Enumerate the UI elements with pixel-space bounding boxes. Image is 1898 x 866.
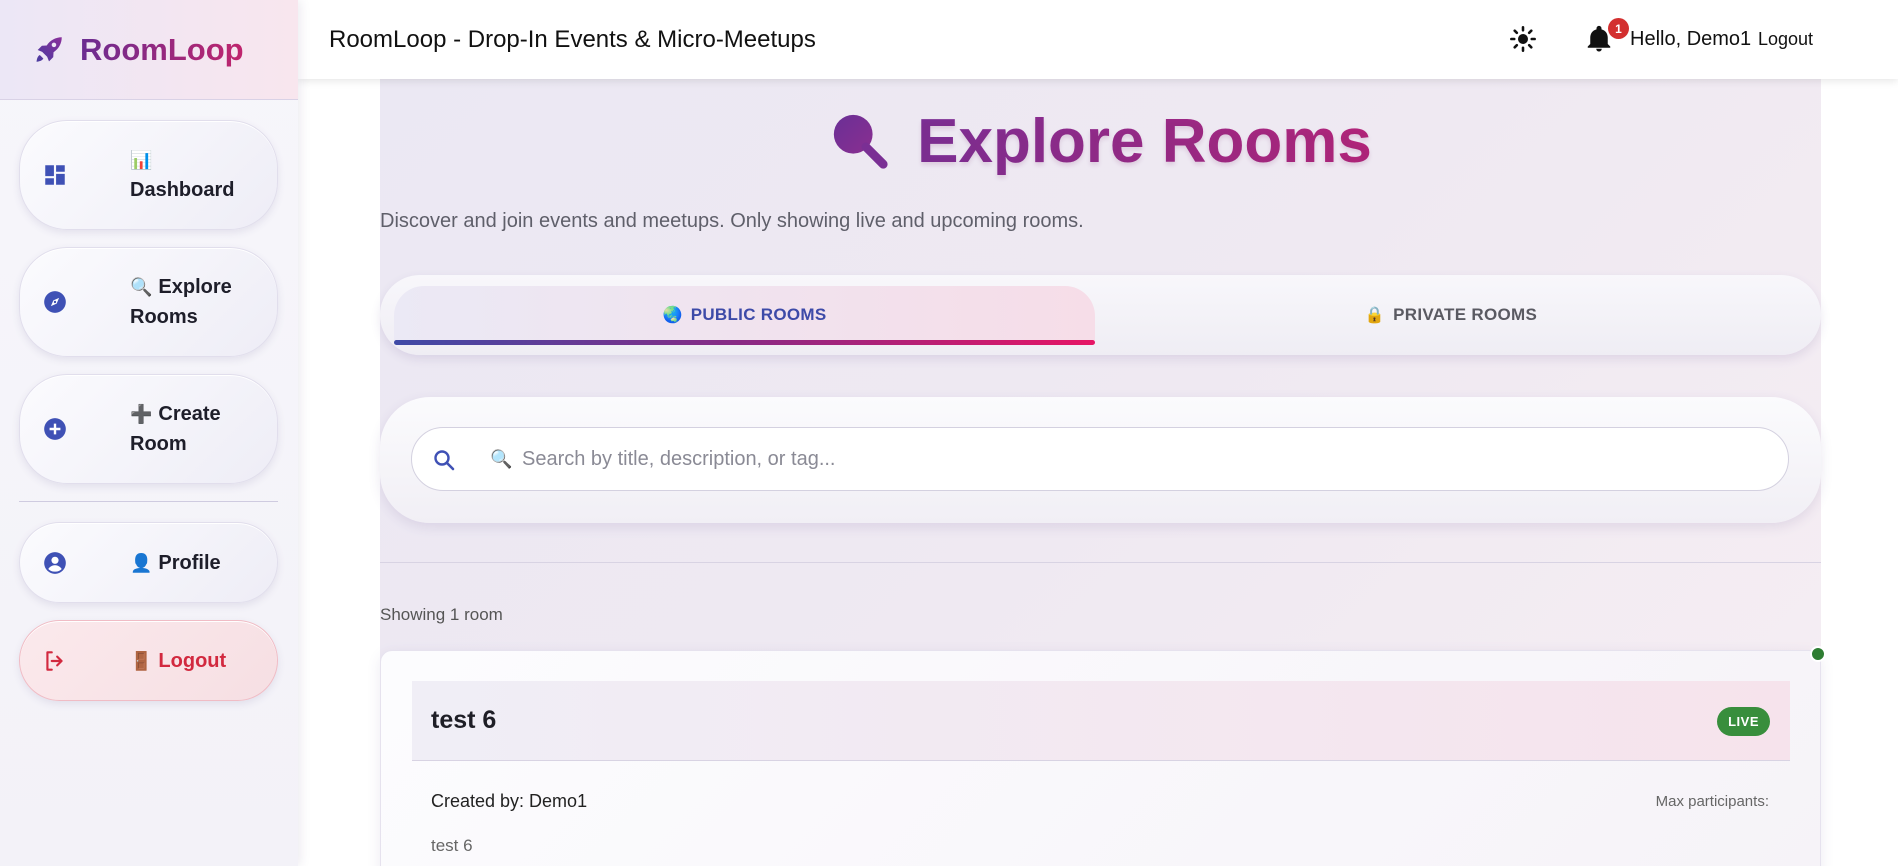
dashboard-icon [42,162,68,188]
magnifier-icon [833,114,888,169]
tab-public-rooms[interactable]: 🌏 PUBLIC ROOMS [394,286,1095,345]
sun-icon [1510,26,1536,52]
sidebar-item-dashboard[interactable]: 📊 Dashboard [19,120,278,230]
room-max-participants: Max participants: [1655,793,1769,810]
search-emoji-icon: 🔍 [490,448,513,469]
brand-header[interactable]: RoomLoop [0,0,298,100]
sidebar-item-label: Profile [158,551,221,574]
room-card-header: test 6 LIVE [412,681,1790,761]
lock-icon: 🔒 [1364,307,1386,324]
main-content: Explore Rooms Discover and join events a… [298,79,1898,866]
room-card[interactable]: test 6 LIVE Created by: Demo1 Max partic… [380,646,1826,866]
sidebar-item-logout[interactable]: 🚪 Logout [19,620,278,701]
active-tab-indicator [394,340,1095,345]
theme-toggle-button[interactable] [1508,24,1538,54]
search-card: 🔍 Search by title, description, or tag..… [380,397,1821,523]
page-subtitle: Discover and join events and meetups. On… [380,210,1084,232]
section-divider [380,562,1821,563]
room-description: test 6 [431,836,473,855]
sidebar-nav: 📊 Dashboard 🔍 Explore Rooms ➕ Create Room [0,100,298,701]
page-title: Explore Rooms [917,106,1372,176]
topbar-logout-button[interactable]: Logout [1758,29,1813,50]
explore-panel: Explore Rooms Discover and join events a… [380,79,1826,866]
bar-chart-emoji-icon: 📊 [130,150,153,170]
brand-name: RoomLoop [80,31,244,67]
status-badge: LIVE [1717,707,1770,736]
sidebar-item-label: Dashboard [130,179,235,201]
user-greeting: Hello, Demo1 [1630,28,1752,50]
logout-icon [42,648,68,674]
door-emoji-icon: 🚪 [130,650,153,671]
app-title: RoomLoop - Drop-In Events & Micro-Meetup… [329,25,816,53]
live-indicator-dot [1810,646,1826,662]
top-app-bar: RoomLoop - Drop-In Events & Micro-Meetup… [298,0,1898,79]
sidebar-item-create-room[interactable]: ➕ Create Room [19,374,278,484]
globe-icon: 🌏 [662,307,683,324]
account-circle-icon [42,550,68,576]
room-count: Showing 1 room [380,605,503,624]
room-tabs: 🌏 PUBLIC ROOMS 🔒 PRIVATE ROOMS [380,275,1821,355]
plus-circle-icon [42,416,68,442]
notification-count-badge: 1 [1608,18,1629,39]
sidebar-item-profile[interactable]: 👤 Profile [19,522,278,603]
sidebar: RoomLoop 📊 Dashboard 🔍 Explore Rooms ➕ C… [0,0,298,866]
compass-icon [42,289,68,315]
sidebar-item-explore-rooms[interactable]: 🔍 Explore Rooms [19,247,278,357]
sidebar-divider [19,501,278,502]
sidebar-item-label: Logout [158,649,227,672]
room-creator: Created by: Demo1 [431,791,588,811]
tab-label: PUBLIC ROOMS [690,305,827,324]
page-heading: Explore Rooms [380,101,1821,181]
person-emoji-icon: 👤 [130,552,153,573]
rocket-icon [36,36,62,62]
room-title: test 6 [431,706,497,734]
search-placeholder: Search by title, description, or tag... [522,447,836,470]
search-icon [434,450,455,471]
tab-label: PRIVATE ROOMS [1393,305,1538,324]
tab-private-rooms[interactable]: 🔒 PRIVATE ROOMS [1095,286,1807,344]
plus-emoji-icon: ➕ [130,404,153,424]
search-input[interactable]: 🔍 Search by title, description, or tag..… [411,427,1789,491]
magnifier-emoji-icon: 🔍 [130,277,153,297]
